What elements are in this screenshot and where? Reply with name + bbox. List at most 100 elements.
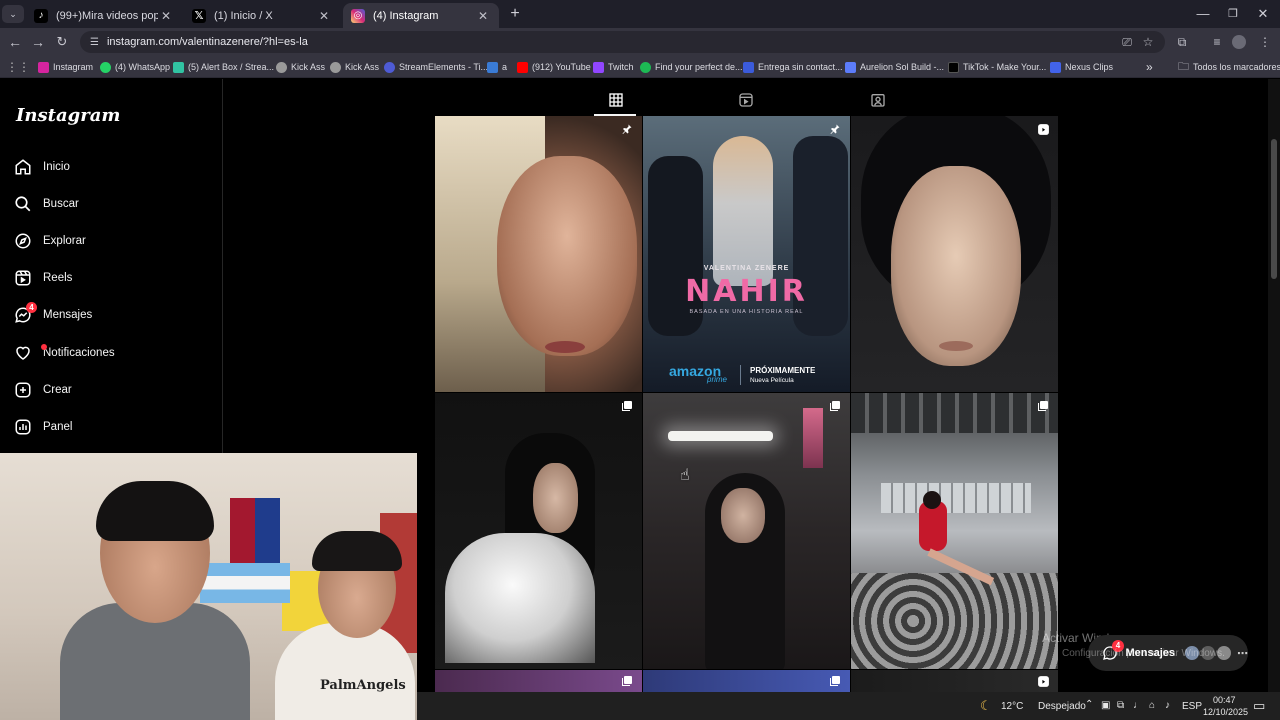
carousel-icon <box>620 399 634 413</box>
post-thumbnail[interactable] <box>435 116 642 392</box>
more-options-icon[interactable]: ⋯ <box>1237 647 1248 660</box>
profile-tabs <box>435 79 1058 115</box>
menu-kebab-icon[interactable]: ⋮ <box>1256 33 1274 51</box>
post-image-figure <box>713 136 773 286</box>
tab-posts-grid[interactable] <box>605 91 627 109</box>
apps-grid-icon[interactable]: ⋮⋮ <box>6 59 30 75</box>
instagram-logo[interactable]: Instagram <box>16 105 120 126</box>
poster-actor-name: VALENTINA ZENERE <box>703 265 790 272</box>
webcam-person-shirt <box>275 623 415 720</box>
clock-date[interactable]: 12/10/2025 <box>1203 707 1248 717</box>
bookmark-label: (4) WhatsApp <box>115 62 171 72</box>
post-image-light <box>668 431 773 441</box>
nav-item-notificaciones[interactable]: Notificaciones <box>12 336 212 370</box>
bookmark-item[interactable]: StreamElements - Ti... <box>384 59 488 75</box>
close-tab-icon[interactable]: ✕ <box>475 9 491 23</box>
webcam-person-hair <box>312 531 402 571</box>
weather-desc[interactable]: Despejado <box>1038 701 1086 712</box>
browser-tab-tiktok[interactable]: ♪ (99+)Mira videos populares sob ✕ <box>26 3 182 28</box>
bookmark-item[interactable]: Find your perfect de... <box>640 59 743 75</box>
bookmark-item[interactable]: Aurelion Sol Build -... <box>845 59 944 75</box>
nav-item-panel[interactable]: Panel <box>12 410 212 444</box>
nav-label: Panel <box>43 421 73 433</box>
browser-tab-instagram[interactable]: ◎ (4) Instagram ✕ <box>343 3 499 28</box>
post-thumbnail[interactable] <box>851 393 1058 669</box>
bookmark-icon <box>593 61 604 73</box>
extensions-icon[interactable]: ⧉ <box>1173 33 1191 51</box>
reload-icon[interactable]: ↻ <box>51 32 73 52</box>
bookmark-icon <box>100 61 111 73</box>
restore-icon[interactable]: ❐ <box>1218 4 1248 24</box>
bookmark-label: Kick Ass <box>291 62 326 72</box>
media-control-icon[interactable]: ≡ <box>1208 33 1226 51</box>
nav-item-mensajes[interactable]: 4 Mensajes <box>12 298 212 332</box>
nav-item-explorar[interactable]: Explorar <box>12 224 212 258</box>
bookmark-item[interactable]: TikTok - Make Your... <box>948 59 1046 75</box>
weather-temp[interactable]: 12°C <box>1001 701 1023 712</box>
post-image-head <box>923 491 941 509</box>
bookmark-item[interactable]: Kick Ass <box>330 59 379 75</box>
bookmark-label: Aurelion Sol Build -... <box>860 62 945 72</box>
more-bookmarks-icon[interactable]: » <box>1146 59 1153 75</box>
tray-icon[interactable]: ▣ <box>1101 700 1110 711</box>
nav-item-inicio[interactable]: Inicio <box>12 150 212 184</box>
nav-item-reels[interactable]: Reels <box>12 261 212 295</box>
bookmark-item[interactable]: a <box>487 59 507 75</box>
post-thumbnail[interactable] <box>643 670 850 692</box>
chart-icon <box>12 416 34 438</box>
bookmark-icon <box>173 61 184 73</box>
bookmark-item[interactable]: Entrega sin contact... <box>743 59 843 75</box>
new-tab-icon[interactable]: + <box>500 4 530 24</box>
bookmark-item[interactable]: (4) WhatsApp <box>100 59 170 75</box>
bookmark-item[interactable]: Nexus Clips <box>1050 59 1113 75</box>
close-tab-icon[interactable]: ✕ <box>158 9 174 23</box>
clock-time[interactable]: 00:47 <box>1213 695 1236 705</box>
tab-reels[interactable] <box>735 91 757 109</box>
browser-tab-x[interactable]: 𝕏 (1) Inicio / X ✕ <box>184 3 340 28</box>
bookmark-icon <box>1050 61 1061 73</box>
profile-avatar-icon[interactable] <box>1232 35 1246 49</box>
bookmark-icon <box>743 61 754 73</box>
post-thumbnail[interactable] <box>851 670 1058 692</box>
nav-item-crear[interactable]: Crear <box>12 373 212 407</box>
install-app-icon[interactable]: ⎚ <box>1118 33 1136 51</box>
page-scrollbar[interactable] <box>1268 79 1280 692</box>
tagged-icon <box>871 94 885 107</box>
bookmark-item[interactable]: Kick Ass <box>276 59 325 75</box>
bookmark-item[interactable]: (912) YouTube <box>517 59 591 75</box>
post-thumbnail[interactable] <box>435 670 642 692</box>
bookmark-icon <box>948 61 959 73</box>
bookmark-star-icon[interactable]: ☆ <box>1139 33 1157 51</box>
post-thumbnail-nahir[interactable]: VALENTINA ZENERE NAHIR BASADA EN UNA HIS… <box>643 116 850 392</box>
tab-search-icon[interactable]: ⌄ <box>2 5 24 23</box>
volume-icon[interactable]: ♪ <box>1165 700 1170 711</box>
scrollbar-thumb[interactable] <box>1271 139 1277 279</box>
post-image-lips <box>545 341 585 353</box>
close-tab-icon[interactable]: ✕ <box>316 9 332 23</box>
post-thumbnail[interactable] <box>851 116 1058 392</box>
minimize-icon[interactable]: — <box>1188 4 1218 24</box>
back-icon[interactable]: ← <box>4 32 26 52</box>
site-info-icon[interactable]: ☰ <box>90 37 99 48</box>
post-image-face <box>533 463 578 533</box>
nav-item-buscar[interactable]: Buscar <box>12 187 212 221</box>
all-bookmarks-folder[interactable]: 🗀 Todos los marcadores <box>1178 59 1280 75</box>
bookmark-item[interactable]: (5) Alert Box / Strea... <box>173 59 274 75</box>
bookmark-item[interactable]: Instagram <box>38 59 93 75</box>
notification-center-icon[interactable]: ▭ <box>1253 698 1265 714</box>
forward-icon[interactable]: → <box>27 32 49 52</box>
post-thumbnail[interactable] <box>435 393 642 669</box>
microphone-icon[interactable]: ♩ <box>1133 700 1143 711</box>
reel-icon <box>1036 674 1050 688</box>
bookmark-item[interactable]: Twitch <box>593 59 634 75</box>
close-window-icon[interactable]: ✕ <box>1248 4 1278 24</box>
post-thumbnail[interactable] <box>643 393 850 669</box>
network-icon[interactable]: ⌂ <box>1149 700 1155 711</box>
chevron-up-icon[interactable]: ⌃ <box>1085 699 1093 710</box>
tab-tagged[interactable] <box>867 91 889 109</box>
prime-logo: prime <box>707 375 728 384</box>
tray-icon[interactable]: ⧉ <box>1117 700 1124 711</box>
compass-icon <box>12 230 34 252</box>
language-indicator[interactable]: ESP <box>1182 701 1202 712</box>
address-bar[interactable]: ☰ instagram.com/valentinazenere/?hl=es-l… <box>80 31 1165 53</box>
